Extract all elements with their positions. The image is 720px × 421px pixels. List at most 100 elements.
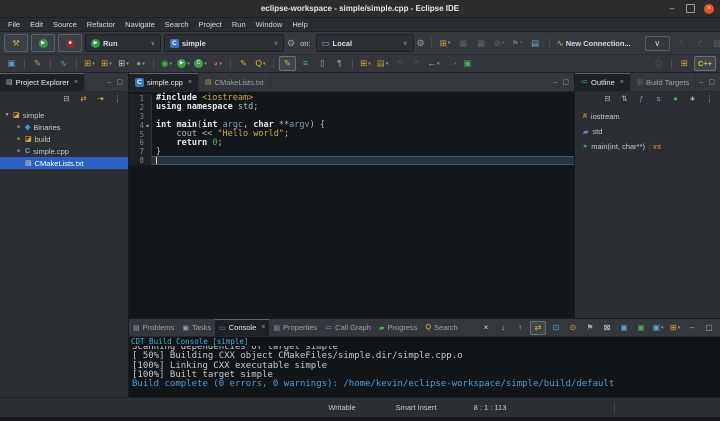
clear-console-icon[interactable]: ⊠ (600, 322, 614, 334)
tab-properties[interactable]: ▤Properties (269, 319, 321, 336)
code-line[interactable]: 8 (129, 156, 574, 165)
maximize-panel-icon[interactable]: ▢ (562, 79, 569, 86)
tab-problems[interactable]: ▤Problems (129, 319, 178, 336)
forward-icon[interactable]: →▾ (443, 57, 458, 70)
copy-icon[interactable]: ⊡ (549, 322, 563, 334)
run-launch-button[interactable]: ▶ (31, 34, 55, 52)
outline-item-iostream[interactable]: #iostream (575, 109, 720, 124)
code-editor[interactable]: 1#include <iostream>2using namespace std… (129, 92, 574, 318)
search-icon[interactable]: Q▾ (253, 57, 268, 70)
show-next-icon[interactable]: ↓ (496, 322, 510, 334)
close-tab-icon[interactable]: × (620, 79, 624, 86)
build-file-icon[interactable]: ▤ (528, 37, 543, 50)
code-line[interactable]: 7} (129, 147, 574, 156)
tab-progress[interactable]: ▰Progress (375, 319, 421, 336)
edit-config-gear-icon[interactable]: ⚙ (287, 38, 295, 49)
profile-flag-icon[interactable]: ⚑▾ (510, 37, 525, 50)
save-all-icon[interactable]: ▦ (474, 37, 489, 50)
outline-item-main-int-char[interactable]: ●main(int, char**) : int (575, 139, 720, 154)
profile-run-icon[interactable]: ◕▾ (210, 57, 225, 70)
previous-edit-icon[interactable]: ↰ (392, 57, 407, 70)
tab-search[interactable]: QSearch (421, 319, 461, 336)
close-tab-icon[interactable]: × (261, 324, 265, 331)
minimize-panel-icon[interactable]: – (553, 79, 557, 86)
minimize-button[interactable]: – (667, 4, 677, 14)
tab-project-explorer[interactable]: ▤Project Explorer× (0, 73, 85, 91)
tree-item-binaries[interactable]: ▸◆Binaries (0, 121, 128, 133)
word-wrap-icon[interactable]: ⇄ (530, 321, 546, 335)
twistie-icon[interactable]: ▸ (16, 124, 22, 130)
minimize-panel-icon[interactable]: – (107, 79, 111, 86)
hide-non-public-icon[interactable]: ● (669, 94, 682, 105)
terminate-icon[interactable]: × (479, 322, 493, 334)
back-icon[interactable]: ←▾ (426, 57, 441, 70)
run-icon[interactable]: ▶▾ (176, 57, 191, 70)
close-tab-icon[interactable]: × (188, 79, 192, 86)
new-c-project-icon[interactable]: ⊞▾ (82, 57, 97, 70)
view-menu-icon[interactable]: ⋮ (111, 94, 124, 105)
menu-search[interactable]: Search (160, 20, 194, 29)
sort-icon[interactable]: ⇅ (618, 94, 631, 105)
menu-help[interactable]: Help (287, 20, 312, 29)
tab-build-targets[interactable]: ◎Build Targets (631, 73, 696, 91)
scroll-lock-icon[interactable]: ⊙ (566, 322, 580, 334)
twistie-icon[interactable]: ▸ (16, 148, 22, 154)
hide-fields-icon[interactable]: ƒ (635, 94, 648, 105)
tree-item-simple[interactable]: ▾◪simple (0, 109, 128, 121)
open-task-icon[interactable]: ✎ (236, 57, 251, 70)
menu-window[interactable]: Window (251, 20, 288, 29)
block-selection-icon[interactable]: ▯ (315, 57, 330, 70)
focus-active-task-icon[interactable]: ⇥ (94, 94, 107, 105)
tab-cmakelists-txt[interactable]: ▤CMakeLists.txt (199, 73, 271, 91)
twistie-icon[interactable]: ▾ (4, 112, 10, 118)
next-edit-icon[interactable]: ↱ (409, 57, 424, 70)
maximize-button[interactable] (686, 4, 695, 13)
build-button[interactable]: ⚒ (4, 34, 28, 52)
link-with-editor-icon[interactable]: ▣ (460, 57, 475, 70)
console-output[interactable]: Scanning dependencies of target simple[ … (129, 346, 720, 397)
code-line[interactable]: 2using namespace std; (129, 103, 574, 112)
menu-run[interactable]: Run (227, 20, 251, 29)
search-disabled-icon[interactable]: Q (651, 57, 666, 70)
next-annotation-icon[interactable]: ↱ (693, 37, 708, 50)
save-icon[interactable]: ▦ (456, 37, 471, 50)
tab-console[interactable]: ▭Console× (215, 319, 269, 336)
tree-item-simple-cpp[interactable]: ▸Csimple.cpp (0, 145, 128, 157)
console-view-icon[interactable]: ▣▾ (651, 322, 665, 334)
link-with-editor-icon[interactable]: ⇄ (77, 94, 90, 105)
new-file-icon[interactable]: ⊞▾ (116, 57, 131, 70)
menu-edit[interactable]: Edit (25, 20, 48, 29)
maximize-icon[interactable]: ▢ (702, 322, 716, 334)
edit-target-gear-icon[interactable]: ⚙ (417, 38, 425, 49)
launch-mode-select[interactable]: ▶ Run ∨ (85, 34, 161, 52)
title-bar[interactable]: eclipse-workspace - simple/simple.cpp - … (0, 0, 720, 18)
close-tab-icon[interactable]: × (74, 79, 78, 86)
collapse-all-icon[interactable]: ⊟ (601, 94, 614, 105)
tab-simple-cpp[interactable]: Csimple.cpp× (129, 73, 199, 91)
twistie-icon[interactable]: ▸ (16, 136, 22, 142)
debug-icon[interactable]: ◉▾ (159, 57, 174, 70)
new-connection-button[interactable]: ∿ New Connection... (556, 37, 634, 50)
show-whitespace-icon[interactable]: ≡ (298, 57, 313, 70)
maximize-panel-icon[interactable]: ▢ (708, 79, 715, 86)
new-folder-icon[interactable]: ⊞▾ (99, 57, 114, 70)
menu-refactor[interactable]: Refactor (82, 20, 120, 29)
launch-target-select[interactable]: ▭ Local ∨ (316, 34, 414, 52)
filter-icon[interactable]: ∗ (686, 94, 699, 105)
pin-console-icon[interactable]: ⚑ (583, 322, 597, 334)
menu-file[interactable]: File (3, 20, 25, 29)
hide-static-icon[interactable]: s (652, 94, 665, 105)
terminal-icon[interactable]: ∿ (56, 57, 71, 70)
minimize-panel-icon[interactable]: – (699, 79, 703, 86)
view-chart-icon[interactable]: ▥▾ (712, 37, 720, 50)
launch-config-select[interactable]: C simple ∨ (164, 34, 284, 52)
close-button[interactable]: × (704, 4, 714, 14)
menu-source[interactable]: Source (48, 20, 82, 29)
open-element-icon[interactable]: ✎ (30, 57, 45, 70)
view-menu-icon[interactable]: ⋮ (703, 94, 716, 105)
new-build-target-icon[interactable]: ●▾ (133, 57, 148, 70)
tab-outline[interactable]: ≔Outline× (575, 73, 631, 91)
menu-project[interactable]: Project (194, 20, 227, 29)
pin-editor-icon[interactable]: ▤▾ (375, 57, 390, 70)
show-previous-icon[interactable]: ↑ (513, 322, 527, 334)
